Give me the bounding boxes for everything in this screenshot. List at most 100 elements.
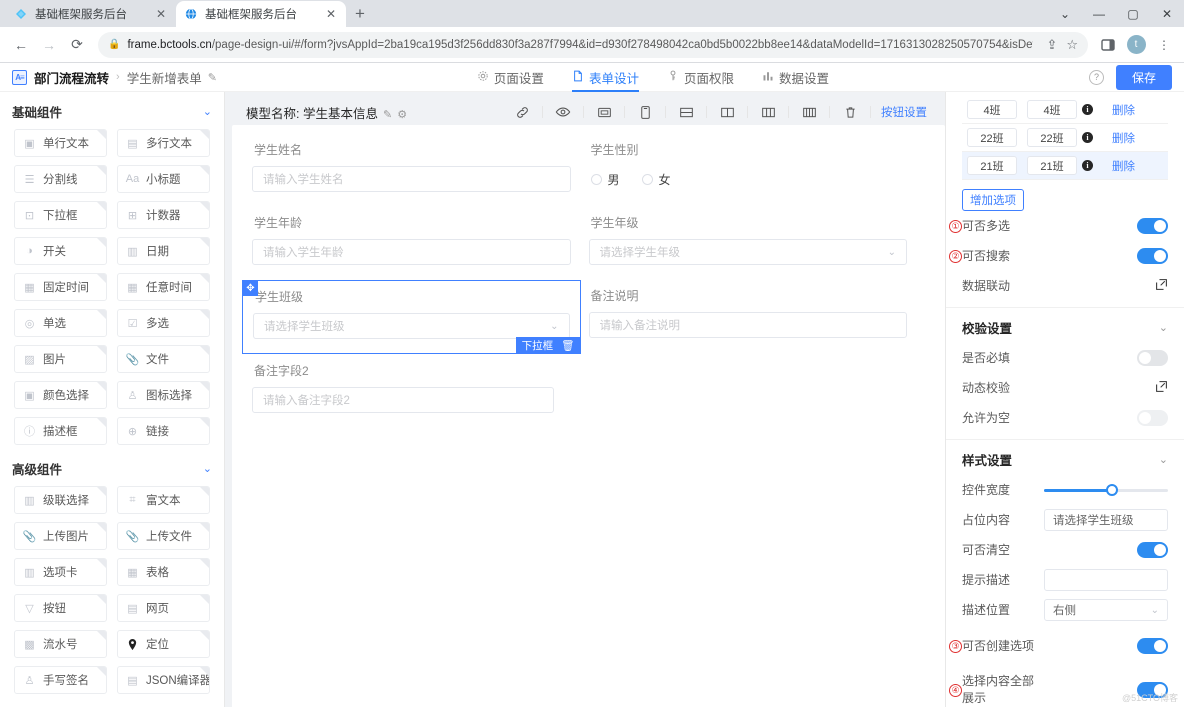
tab-search-icon[interactable]: ⌄ [1048, 0, 1082, 27]
table-row[interactable]: 4班 4班 i 删除 [962, 96, 1168, 124]
radio-female[interactable]: 女 [642, 171, 671, 188]
forward-icon[interactable]: → [36, 32, 62, 58]
info-icon[interactable]: i [1082, 160, 1093, 171]
breadcrumb-page[interactable]: 学生新增表单 [127, 68, 202, 87]
link-icon[interactable] [502, 99, 542, 125]
component-description-box[interactable]: ⓘ描述框 [14, 417, 107, 445]
form-canvas[interactable]: 学生姓名 请输入学生姓名 学生性别 男 女 [232, 125, 945, 707]
slider-knob[interactable] [1106, 484, 1118, 496]
chevron-down-icon[interactable]: ⌄ [203, 105, 212, 118]
trash-icon[interactable] [830, 99, 870, 125]
remark2-input[interactable]: 请输入备注字段2 [252, 387, 554, 413]
student-class-select[interactable]: 请选择学生班级⌄ [253, 313, 570, 339]
component-image[interactable]: ▨图片 [14, 345, 107, 373]
layout-3col-icon[interactable] [748, 99, 788, 125]
eye-icon[interactable] [543, 99, 583, 125]
info-icon[interactable]: i [1082, 132, 1093, 143]
trash-icon[interactable]: 🗑 [559, 339, 580, 352]
component-multi-line-text[interactable]: ▤多行文本 [117, 129, 210, 157]
prop-row-control-width[interactable]: 控件宽度 [946, 475, 1184, 505]
student-grade-select[interactable]: 请选择学生年级⌄ [589, 239, 908, 265]
component-table[interactable]: ▦表格 [117, 558, 210, 586]
delete-option-link[interactable]: 删除 [1112, 130, 1135, 146]
form-field-student-grade[interactable]: 学生年级 请选择学生年级⌄ [589, 214, 926, 265]
breadcrumb-app[interactable]: 部门流程流转 [34, 68, 109, 87]
component-counter[interactable]: ⊞计数器 [117, 201, 210, 229]
form-field-student-class[interactable]: ✥ 学生班级 请选择学生班级⌄ 下拉框 🗑 [242, 280, 581, 354]
style-section-header[interactable]: 样式设置 ⌄ [946, 439, 1184, 475]
tab-form-design[interactable]: 表单设计 [572, 63, 639, 92]
gear-icon[interactable]: ⚙ [397, 109, 407, 121]
prop-row-searchable[interactable]: ② 可否搜索 [946, 241, 1184, 271]
tab-data-settings[interactable]: 数据设置 [762, 63, 829, 92]
form-field-remark[interactable]: 备注说明 请输入备注说明 [589, 287, 926, 340]
component-switch[interactable]: ◑开关 [14, 237, 107, 265]
prop-row-allow-empty[interactable]: 允许为空 [946, 403, 1184, 433]
share-icon[interactable]: ⇪ [1040, 37, 1057, 53]
browser-tab-1[interactable]: 基础框架服务后台 ✕ [6, 1, 176, 27]
layout-1col-icon[interactable] [666, 99, 706, 125]
kebab-menu-icon[interactable]: ⋮ [1152, 33, 1176, 57]
palette-section-header-extension[interactable]: 扩展组件 ⌄ [0, 698, 224, 707]
option-label-input[interactable]: 21班 [1027, 156, 1077, 175]
pc-preview-icon[interactable] [584, 99, 624, 125]
component-location[interactable]: 定位 [117, 630, 210, 658]
multi-select-toggle[interactable] [1137, 218, 1168, 234]
pencil-icon[interactable]: ✎ [383, 109, 392, 121]
component-checkbox[interactable]: ☑多选 [117, 309, 210, 337]
prop-row-dynamic-validate[interactable]: 动态校验 [946, 373, 1184, 403]
component-radio[interactable]: ◎单选 [14, 309, 107, 337]
move-icon[interactable]: ✥ [243, 281, 258, 296]
maximize-button[interactable]: ▢ [1116, 0, 1150, 27]
star-icon[interactable]: ☆ [1064, 37, 1078, 53]
minimize-button[interactable]: — [1082, 0, 1116, 27]
delete-option-link[interactable]: 删除 [1112, 158, 1135, 174]
component-any-time[interactable]: ▦任意时间 [117, 273, 210, 301]
component-date[interactable]: ▥日期 [117, 237, 210, 265]
component-json-editor[interactable]: ▤JSON编译器 [117, 666, 210, 694]
tab-page-settings[interactable]: 页面设置 [477, 63, 544, 92]
component-subtitle[interactable]: Aa小标题 [117, 165, 210, 193]
component-signature[interactable]: ♙手写签名 [14, 666, 107, 694]
option-value-cell[interactable]: 21班 [962, 156, 1022, 175]
option-value-cell[interactable]: 4班 [962, 100, 1022, 119]
table-row[interactable]: 21班 21班 i 删除 [962, 152, 1168, 180]
layout-4col-icon[interactable] [789, 99, 829, 125]
mobile-preview-icon[interactable] [625, 99, 665, 125]
radio-male[interactable]: 男 [591, 171, 620, 188]
component-file[interactable]: 📎文件 [117, 345, 210, 373]
prop-row-placeholder[interactable]: 占位内容 请选择学生班级 [946, 505, 1184, 535]
table-row[interactable]: 22班 22班i 删除 [962, 124, 1168, 152]
add-option-button[interactable]: 增加选项 [962, 189, 1024, 211]
prop-row-creatable[interactable]: ③ 可否创建选项 [946, 631, 1184, 661]
form-field-student-age[interactable]: 学生年龄 请输入学生年龄 [252, 214, 589, 265]
component-upload-image[interactable]: 📎上传图片 [14, 522, 107, 550]
student-name-input[interactable]: 请输入学生姓名 [252, 166, 571, 192]
component-color-picker[interactable]: ▣颜色选择 [14, 381, 107, 409]
tip-input[interactable] [1044, 569, 1168, 591]
component-divider[interactable]: ☰分割线 [14, 165, 107, 193]
component-fixed-time[interactable]: ▦固定时间 [14, 273, 107, 301]
prop-row-multi-select[interactable]: ① 可否多选 [946, 211, 1184, 241]
creatable-toggle[interactable] [1137, 638, 1168, 654]
back-icon[interactable]: ← [8, 32, 34, 58]
avatar[interactable]: t [1124, 33, 1148, 57]
info-icon[interactable]: i [1082, 104, 1093, 115]
required-toggle[interactable] [1137, 350, 1168, 366]
option-label-input[interactable]: 4班 [1027, 100, 1077, 119]
side-panel-icon[interactable] [1096, 33, 1120, 57]
control-width-slider[interactable] [1044, 483, 1168, 497]
form-field-student-gender[interactable]: 学生性别 男 女 [589, 141, 926, 192]
gender-radio-group[interactable]: 男 女 [589, 166, 908, 192]
chevron-down-icon[interactable]: ⌄ [203, 462, 212, 475]
allow-empty-toggle[interactable] [1137, 410, 1168, 426]
edit-square-icon[interactable] [1155, 278, 1168, 294]
placeholder-input[interactable]: 请选择学生班级 [1044, 509, 1168, 531]
close-icon[interactable]: ✕ [324, 7, 338, 21]
close-icon[interactable]: ✕ [154, 7, 168, 21]
layout-2col-icon[interactable] [707, 99, 747, 125]
option-value-input[interactable]: 22班 [967, 128, 1017, 147]
delete-option-link[interactable]: 删除 [1112, 102, 1135, 118]
option-label-cell[interactable]: 21班 i [1022, 156, 1098, 175]
component-rich-text[interactable]: ⌗富文本 [117, 486, 210, 514]
